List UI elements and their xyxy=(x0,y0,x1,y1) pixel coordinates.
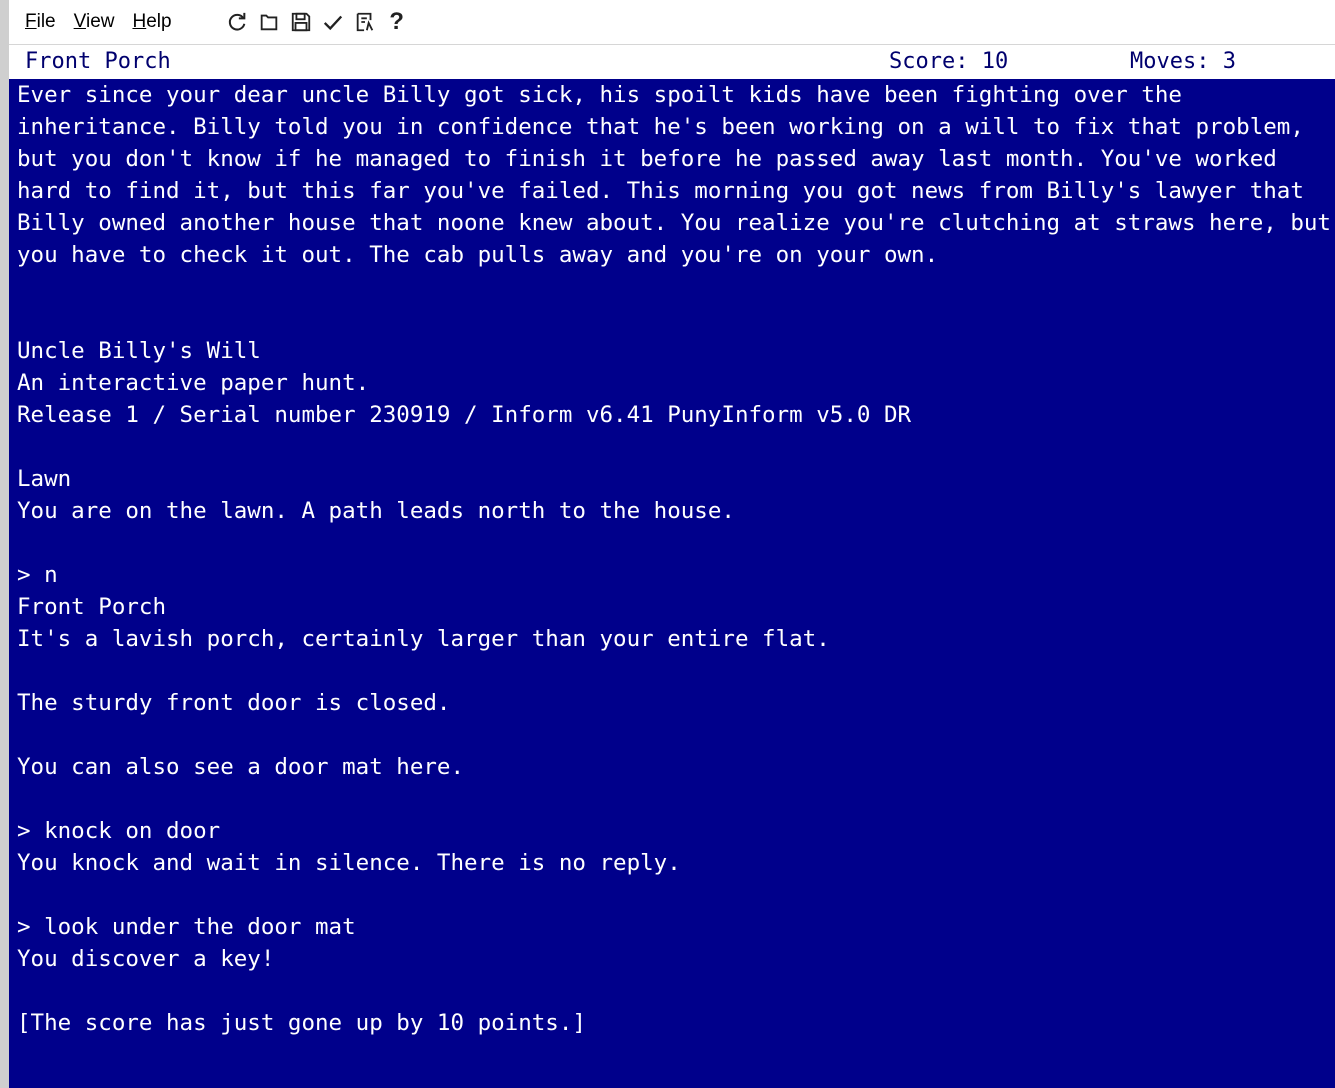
new-icon[interactable] xyxy=(254,7,284,37)
score-message: [The score has just gone up by 10 points… xyxy=(17,1010,586,1036)
help-icon[interactable]: ? xyxy=(382,7,412,37)
transcript-icon[interactable] xyxy=(350,7,380,37)
game-response: The sturdy front door is closed. xyxy=(17,690,451,716)
help-glyph: ? xyxy=(389,8,404,35)
menu-file-label: ile xyxy=(36,11,56,32)
restart-icon[interactable] xyxy=(222,7,252,37)
player-command: > look under the door mat xyxy=(17,914,356,940)
release-info: Release 1 / Serial number 230919 / Infor… xyxy=(17,402,912,428)
menu-view-accel: V xyxy=(73,11,86,32)
room-name: Lawn xyxy=(17,466,72,492)
check-icon[interactable] xyxy=(318,7,348,37)
game-response: You knock and wait in silence. There is … xyxy=(17,850,681,876)
player-command: > n xyxy=(17,562,58,588)
game-title: Uncle Billy's Will xyxy=(17,338,261,364)
menu-bar: File View Help ? xyxy=(9,0,1335,45)
room-description: You are on the lawn. A path leads north … xyxy=(17,498,735,524)
intro-text: Ever since your dear uncle Billy got sic… xyxy=(17,82,1331,268)
status-score: Score: 10 xyxy=(889,49,1009,74)
menu-file[interactable]: File xyxy=(23,9,58,35)
status-location: Front Porch xyxy=(25,49,171,74)
status-bar: Front Porch Score: 10 Moves: 3 xyxy=(9,46,1335,78)
menu-help-label: elp xyxy=(146,11,172,32)
window-left-border xyxy=(0,0,9,1088)
room-description: It's a lavish porch, certainly larger th… xyxy=(17,626,830,652)
menu-view[interactable]: View xyxy=(72,9,117,35)
menu-help-accel: H xyxy=(132,11,147,32)
room-name: Front Porch xyxy=(17,594,167,620)
status-moves: Moves: 3 xyxy=(1130,49,1236,74)
save-icon[interactable] xyxy=(286,7,316,37)
menu-help[interactable]: Help xyxy=(130,9,173,35)
player-command: > knock on door xyxy=(17,818,221,844)
menu-file-accel: F xyxy=(25,11,37,32)
game-response: You discover a key! xyxy=(17,946,275,972)
game-subtitle: An interactive paper hunt. xyxy=(17,370,370,396)
menu-view-label: iew xyxy=(85,11,115,32)
story-window[interactable]: Ever since your dear uncle Billy got sic… xyxy=(9,79,1335,1088)
game-response: You can also see a door mat here. xyxy=(17,754,465,780)
toolbar: ? xyxy=(222,7,414,37)
